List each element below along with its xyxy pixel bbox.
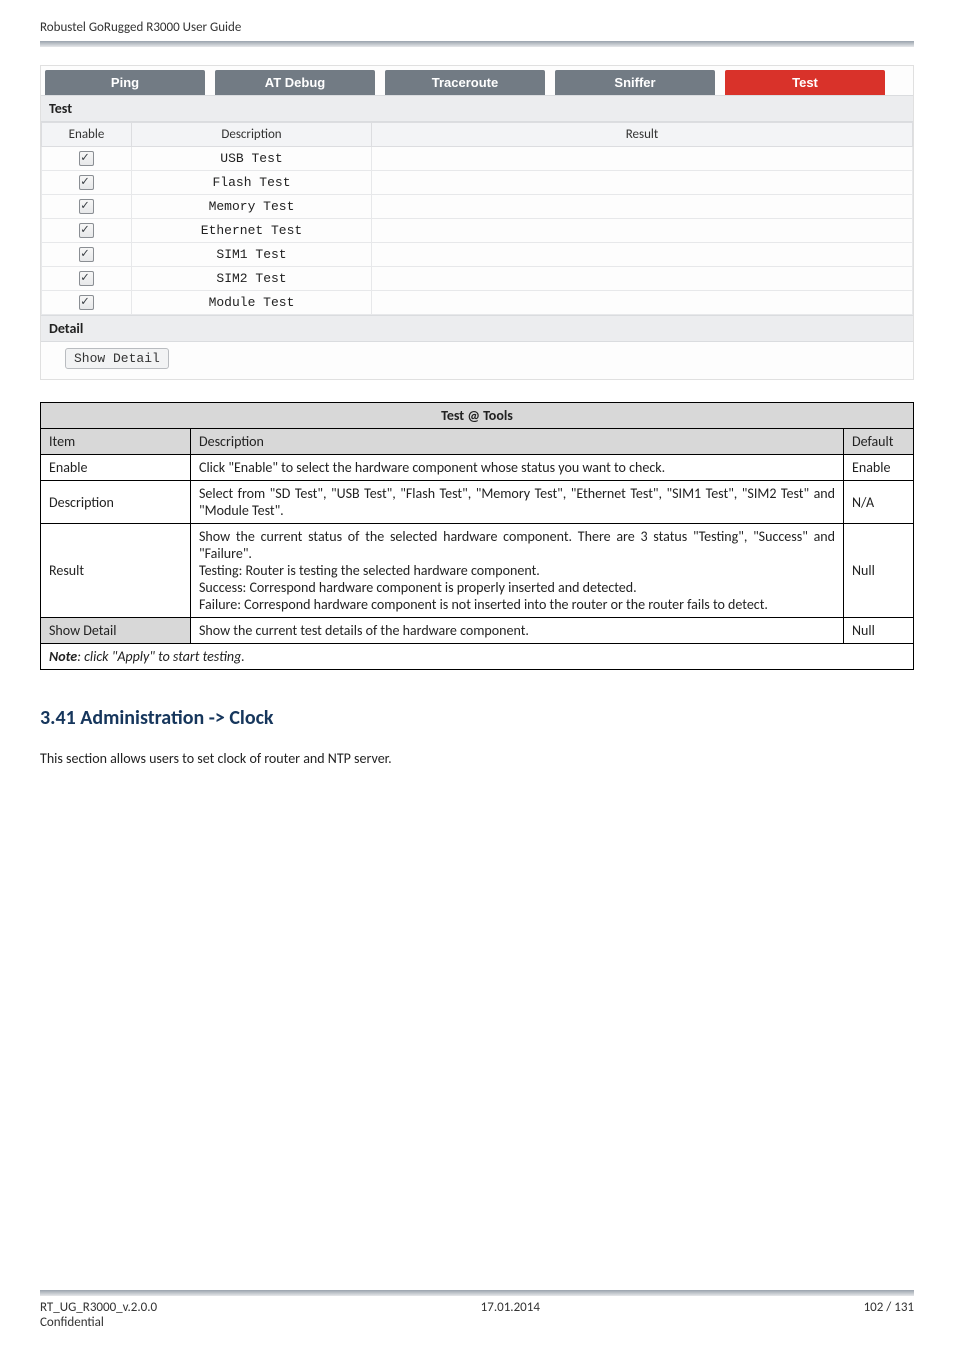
- row-result: [372, 195, 913, 219]
- table-row: Enable Click "Enable" to select the hard…: [41, 455, 914, 481]
- enable-checkbox[interactable]: [79, 247, 94, 262]
- desc-note: Note: click "Apply" to start testing.: [41, 644, 914, 670]
- enable-checkbox[interactable]: [79, 175, 94, 190]
- table-row: SIM2 Test: [42, 267, 913, 291]
- enable-checkbox[interactable]: [79, 271, 94, 286]
- section-heading: 3.41 Administration -> Clock: [40, 706, 914, 730]
- enable-checkbox[interactable]: [79, 295, 94, 310]
- desc-title: Test @ Tools: [41, 403, 914, 429]
- row-result: [372, 219, 913, 243]
- table-row: Memory Test: [42, 195, 913, 219]
- row-result: [372, 171, 913, 195]
- desc-default: Enable: [844, 455, 914, 481]
- header-rule: [40, 41, 914, 47]
- table-row: Ethernet Test: [42, 219, 913, 243]
- tab-at-debug[interactable]: AT Debug: [215, 70, 375, 95]
- note-rest: : click "Apply" to start testing.: [77, 648, 245, 665]
- desc-default: Null: [844, 618, 914, 644]
- enable-checkbox[interactable]: [79, 223, 94, 238]
- col-header-result: Result: [372, 123, 913, 147]
- desc-item: Show Detail: [41, 618, 191, 644]
- tab-ping[interactable]: Ping: [45, 70, 205, 95]
- row-desc: SIM2 Test: [132, 267, 372, 291]
- note-prefix: Note: [49, 648, 77, 665]
- row-result: [372, 267, 913, 291]
- desc-default: Null: [844, 524, 914, 618]
- test-grid: Enable Description Result USB Test Flash…: [41, 122, 913, 315]
- desc-item: Enable: [41, 455, 191, 481]
- detail-area: Show Detail: [41, 342, 913, 379]
- table-row: USB Test: [42, 147, 913, 171]
- show-detail-button[interactable]: Show Detail: [65, 348, 169, 369]
- row-result: [372, 243, 913, 267]
- tab-sniffer[interactable]: Sniffer: [555, 70, 715, 95]
- desc-text: Show the current status of the selected …: [191, 524, 844, 618]
- desc-text: Show the current test details of the har…: [191, 618, 844, 644]
- row-desc: Module Test: [132, 291, 372, 315]
- row-desc: USB Test: [132, 147, 372, 171]
- table-row: Show Detail Show the current test detail…: [41, 618, 914, 644]
- table-row: Flash Test: [42, 171, 913, 195]
- body-text: This section allows users to set clock o…: [40, 750, 914, 767]
- row-desc: Memory Test: [132, 195, 372, 219]
- enable-checkbox[interactable]: [79, 199, 94, 214]
- tab-traceroute[interactable]: Traceroute: [385, 70, 545, 95]
- footer-confidential: Confidential: [40, 1315, 104, 1330]
- footer-doc-id: RT_UG_R3000_v.2.0.0: [40, 1300, 157, 1315]
- desc-note-row: Note: click "Apply" to start testing.: [41, 644, 914, 670]
- desc-header-item: Item: [41, 429, 191, 455]
- desc-header-row: Item Description Default: [41, 429, 914, 455]
- desc-text: Select from "SD Test", "USB Test", "Flas…: [191, 481, 844, 524]
- table-row: SIM1 Test: [42, 243, 913, 267]
- description-table: Test @ Tools Item Description Default En…: [40, 402, 914, 670]
- enable-checkbox[interactable]: [79, 151, 94, 166]
- table-row: Description Select from "SD Test", "USB …: [41, 481, 914, 524]
- row-result: [372, 291, 913, 315]
- desc-text: Click "Enable" to select the hardware co…: [191, 455, 844, 481]
- tab-test[interactable]: Test: [725, 70, 885, 95]
- row-result: [372, 147, 913, 171]
- doc-header: Robustel GoRugged R3000 User Guide: [40, 20, 914, 39]
- desc-default: N/A: [844, 481, 914, 524]
- footer-date: 17.01.2014: [157, 1300, 863, 1330]
- desc-title-row: Test @ Tools: [41, 403, 914, 429]
- col-header-description: Description: [132, 123, 372, 147]
- tools-test-screenshot: Ping AT Debug Traceroute Sniffer Test Te…: [40, 65, 914, 380]
- table-row: Module Test: [42, 291, 913, 315]
- desc-item: Description: [41, 481, 191, 524]
- tabs-row: Ping AT Debug Traceroute Sniffer Test: [41, 66, 913, 95]
- row-desc: Flash Test: [132, 171, 372, 195]
- col-header-enable: Enable: [42, 123, 132, 147]
- footer: RT_UG_R3000_v.2.0.0 Confidential 17.01.2…: [40, 1300, 914, 1330]
- footer-left: RT_UG_R3000_v.2.0.0 Confidential: [40, 1300, 157, 1330]
- desc-header-default: Default: [844, 429, 914, 455]
- test-grid-header-row: Enable Description Result: [42, 123, 913, 147]
- desc-item: Result: [41, 524, 191, 618]
- section-bar-detail: Detail: [41, 315, 913, 342]
- table-row: Result Show the current status of the se…: [41, 524, 914, 618]
- row-desc: Ethernet Test: [132, 219, 372, 243]
- row-desc: SIM1 Test: [132, 243, 372, 267]
- footer-page: 102 / 131: [864, 1300, 914, 1330]
- desc-header-description: Description: [191, 429, 844, 455]
- section-bar-test: Test: [41, 95, 913, 122]
- footer-rule: [40, 1290, 914, 1296]
